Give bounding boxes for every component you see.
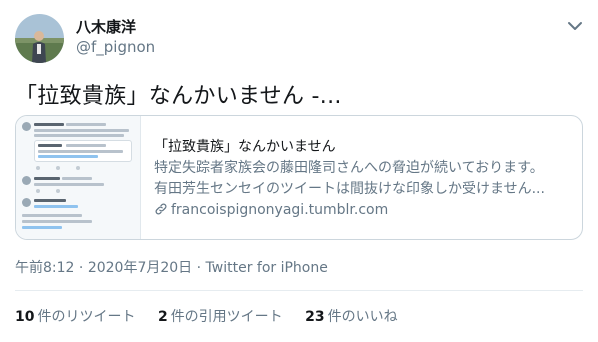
likes-label: 件のいいね <box>327 309 398 325</box>
chevron-down-icon[interactable] <box>566 18 584 32</box>
display-name[interactable]: 八木康洋 <box>76 16 136 37</box>
avatar[interactable] <box>15 14 64 63</box>
retweets-stat[interactable]: 10 件のリツイート <box>15 306 135 326</box>
meta-separator: · <box>74 260 88 276</box>
quotes-stat[interactable]: 2 件の引用ツイート <box>158 306 283 326</box>
link-card[interactable]: 「拉致貴族」なんかいません 特定失踪者家族会の藤田隆司さんへの脅迫が続いておりま… <box>15 115 583 240</box>
user-handle[interactable]: @f_pignon <box>76 38 155 56</box>
tweet-time[interactable]: 午前8:12 <box>15 260 74 276</box>
quotes-label: 件の引用ツイート <box>170 309 283 325</box>
link-icon <box>155 203 167 215</box>
likes-count: 23 <box>305 309 325 325</box>
card-description-line: 特定失踪者家族会の藤田隆司さんへの脅迫が続いております。 <box>154 160 544 176</box>
retweets-label: 件のリツイート <box>37 309 136 325</box>
tweet-meta: 午前8:12 · 2020年7月20日 · Twitter for iPhone <box>15 257 328 277</box>
card-domain: francoispignonyagi.tumblr.com <box>154 202 388 218</box>
card-domain-text: francoispignonyagi.tumblr.com <box>171 202 389 218</box>
tweet-stats: 10 件のリツイート 2 件の引用ツイート 23 件のいいね <box>15 306 416 326</box>
quotes-count: 2 <box>157 309 168 325</box>
card-description-line: 有田芳生センセイのツイートは間抜けな印象しか受けません... <box>154 181 545 197</box>
card-thumbnail <box>16 116 141 239</box>
tweet-text: 「拉致貴族」なんかいません -... <box>15 84 342 109</box>
retweets-count: 10 <box>15 309 35 325</box>
tweet-date[interactable]: 2020年7月20日 <box>88 260 192 276</box>
likes-stat[interactable]: 23 件のいいね <box>305 306 397 326</box>
tweet-source[interactable]: Twitter for iPhone <box>206 260 328 276</box>
card-description: 特定失踪者家族会の藤田隆司さんへの脅迫が続いております。 有田芳生センセイのツイ… <box>154 158 574 200</box>
meta-separator: · <box>192 260 206 276</box>
card-title: 「拉致貴族」なんかいません <box>154 139 336 155</box>
divider <box>15 290 583 291</box>
